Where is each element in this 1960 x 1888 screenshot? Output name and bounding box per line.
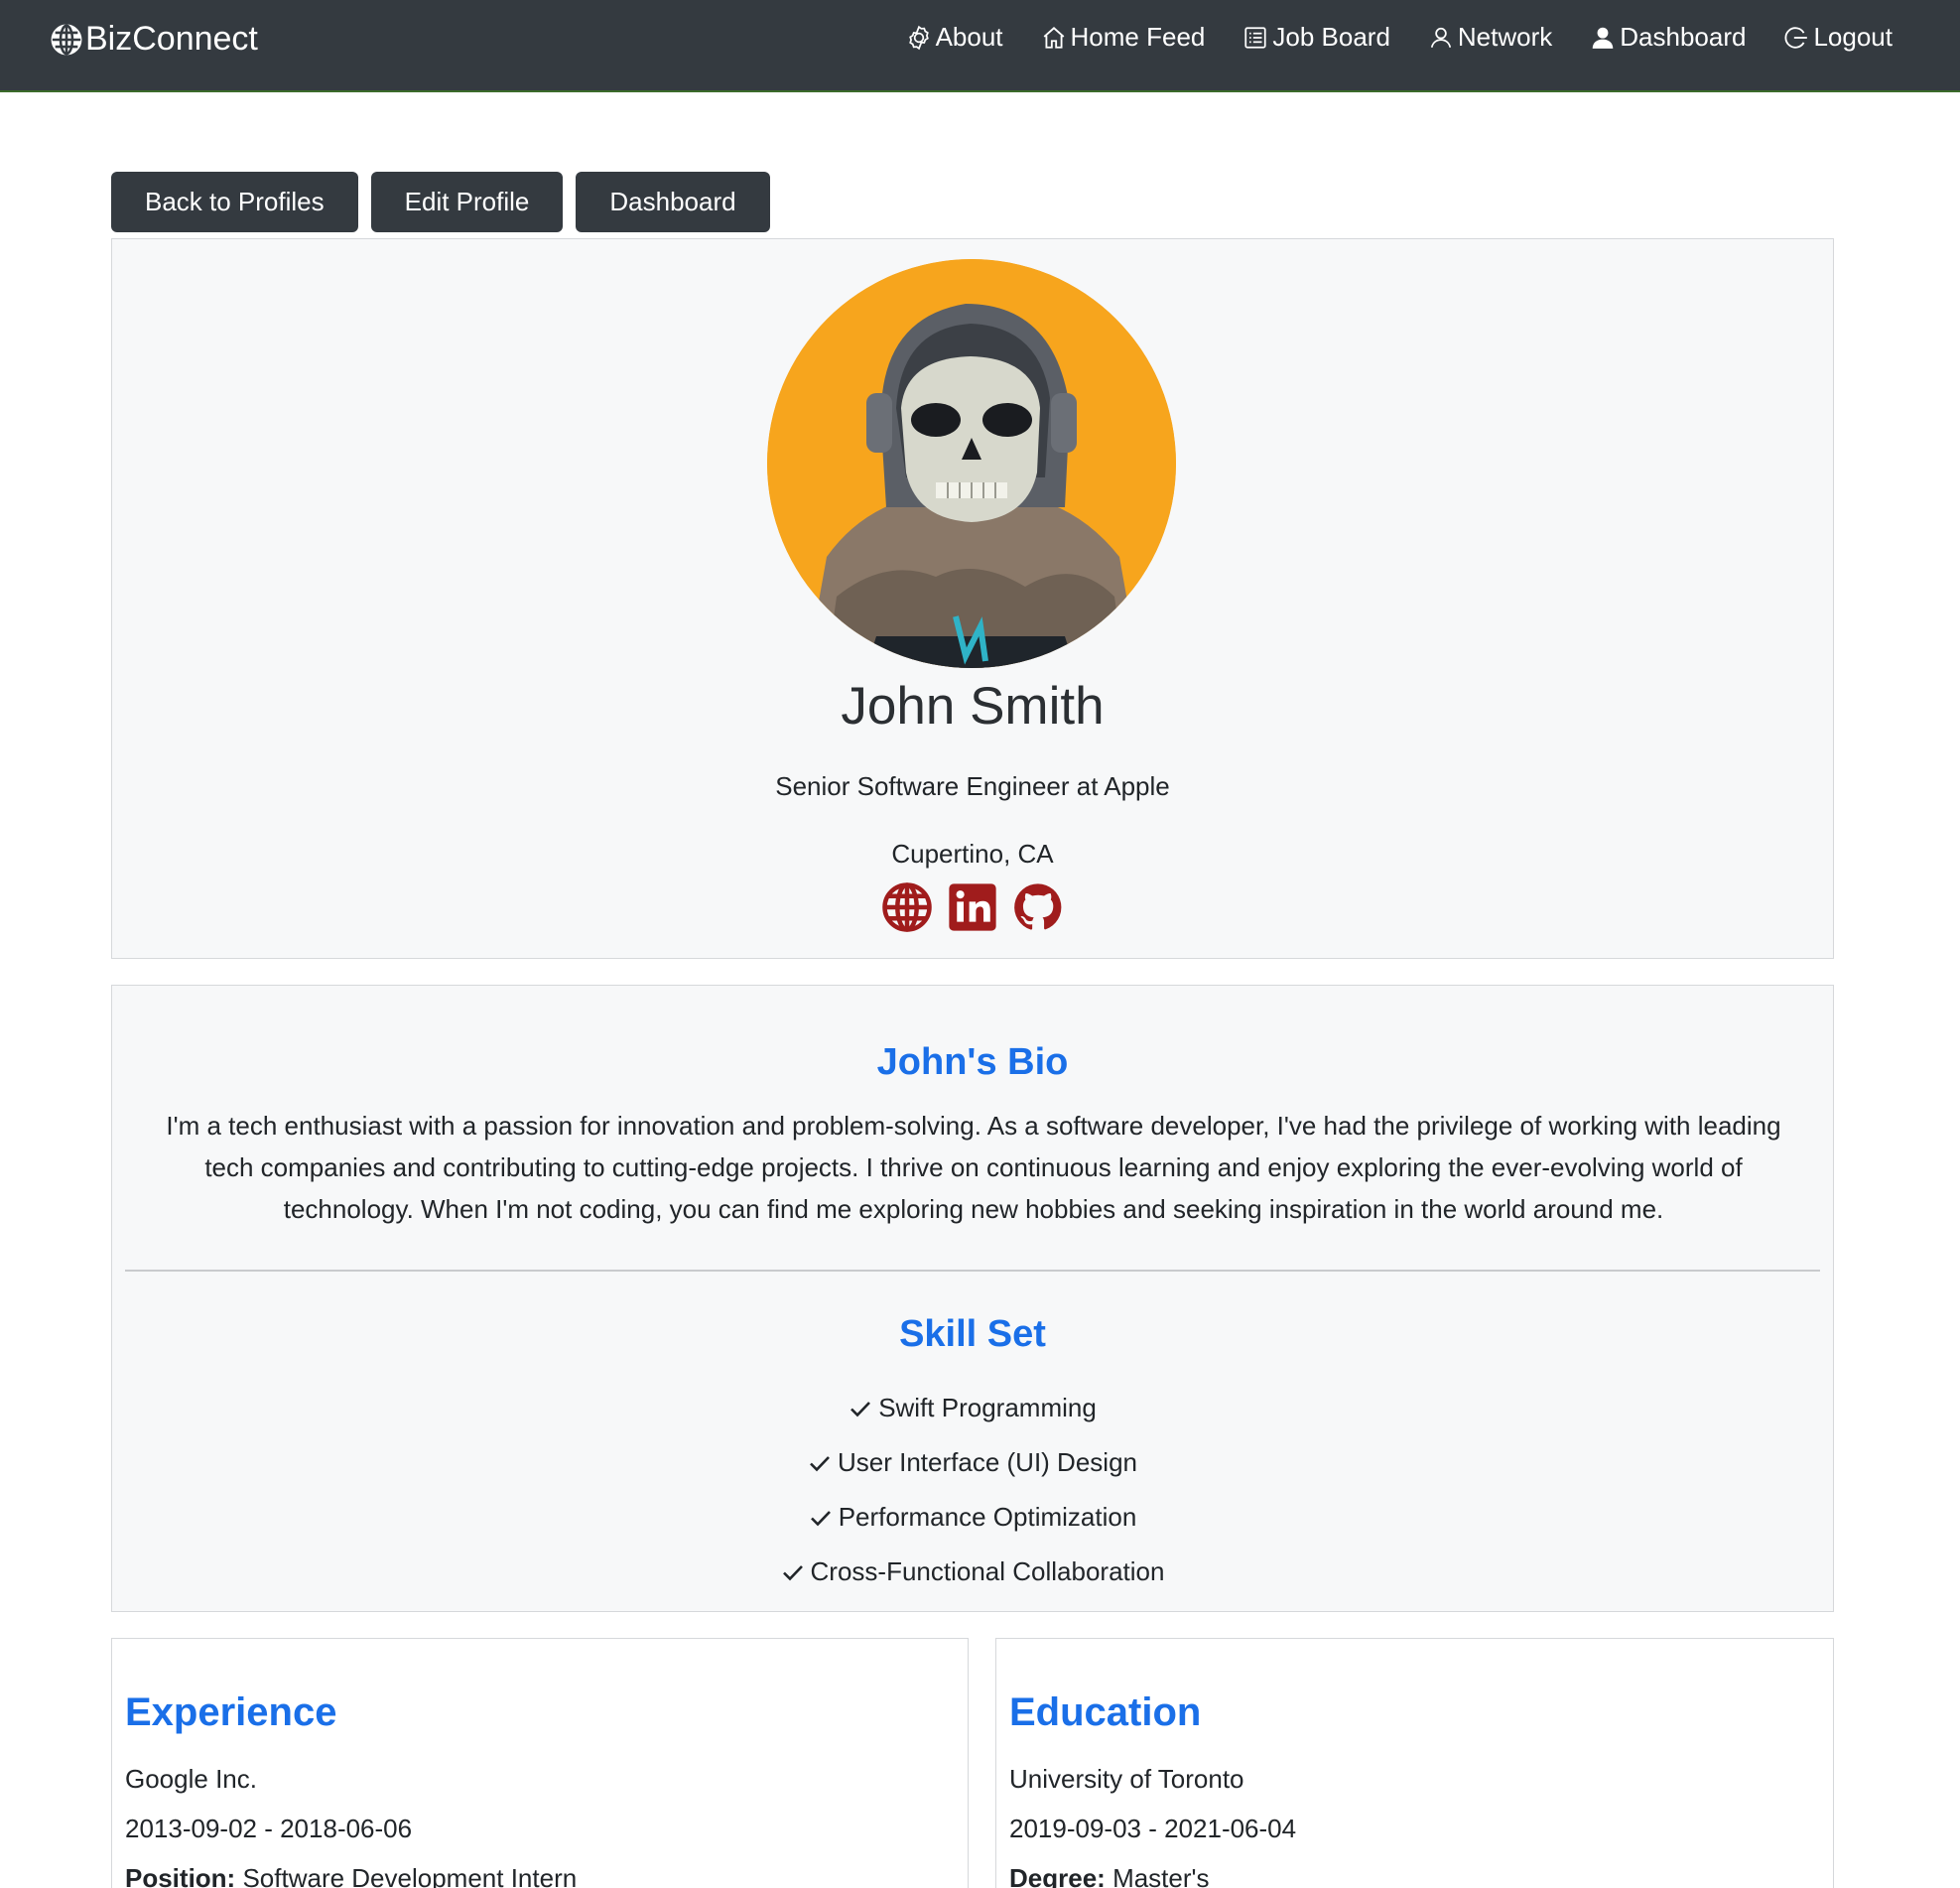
badge-icon	[908, 25, 929, 50]
nav-network-label: Network	[1457, 22, 1553, 52]
education-card: Education University of Toronto 2019-09-…	[995, 1638, 1834, 1888]
check-icon	[782, 1564, 803, 1580]
position-label: Position:	[125, 1863, 236, 1888]
experience-card: Experience Google Inc. 2013-09-02 - 2018…	[111, 1638, 969, 1888]
avatar	[767, 259, 1176, 668]
experience-position: Position: Software Development Intern	[125, 1863, 577, 1888]
profile-card: John Smith Senior Software Engineer at A…	[111, 238, 1834, 959]
check-icon	[810, 1455, 830, 1471]
degree-value: Master's	[1112, 1863, 1210, 1888]
dashboard-button[interactable]: Dashboard	[576, 172, 770, 232]
bio-text: I'm a tech enthusiast with a passion for…	[166, 1111, 1781, 1224]
list-icon	[1244, 26, 1266, 49]
logout-icon	[1784, 26, 1808, 49]
skill-item: Cross-Functional Collaboration	[112, 1545, 1833, 1599]
nav-job-board[interactable]: Job Board	[1242, 22, 1390, 53]
check-icon	[850, 1401, 871, 1416]
skills-title: Skill Set	[899, 1313, 1046, 1355]
education-dates: 2019-09-03 - 2021-06-04	[1009, 1814, 1297, 1843]
nav-logout[interactable]: Logout	[1783, 22, 1893, 53]
person-fill-icon	[1592, 27, 1614, 49]
skill-item: Performance Optimization	[112, 1490, 1833, 1545]
github-icon[interactable]	[1011, 880, 1065, 934]
experience-title: Experience	[125, 1690, 337, 1734]
nav-network[interactable]: Network	[1428, 22, 1552, 53]
skills-list: Swift Programming User Interface (UI) De…	[112, 1381, 1833, 1599]
profile-actions: Back to Profiles Edit Profile Dashboard	[111, 172, 783, 232]
position-value: Software Development Intern	[242, 1863, 578, 1888]
edit-profile-button[interactable]: Edit Profile	[370, 172, 564, 232]
skill-item: Swift Programming	[112, 1381, 1833, 1435]
back-to-profiles-button[interactable]: Back to Profiles	[111, 172, 358, 232]
nav-job-board-label: Job Board	[1272, 22, 1390, 52]
profile-location: Cupertino, CA	[891, 839, 1054, 869]
nav-about-label: About	[935, 22, 1003, 52]
education-title: Education	[1009, 1690, 1202, 1734]
experience-company: Google Inc.	[125, 1764, 257, 1794]
education-degree: Degree: Master's	[1009, 1863, 1210, 1888]
skill-label: Cross-Functional Collaboration	[810, 1556, 1165, 1586]
linkedin-icon[interactable]	[946, 880, 999, 934]
check-icon	[810, 1510, 831, 1526]
navbar: BizConnect About Home Feed Job Board Net…	[0, 0, 1960, 92]
profile-headline: Senior Software Engineer at Apple	[775, 771, 1170, 801]
degree-label: Degree:	[1009, 1863, 1106, 1888]
person-outline-icon	[1430, 27, 1451, 48]
skill-label: User Interface (UI) Design	[838, 1447, 1137, 1477]
nav-home-feed[interactable]: Home Feed	[1041, 22, 1206, 53]
skill-item: User Interface (UI) Design	[112, 1435, 1833, 1490]
bio-title: John's Bio	[876, 1041, 1069, 1083]
brand-name: BizConnect	[85, 20, 258, 58]
social-links	[112, 880, 1833, 934]
globe-icon	[51, 24, 82, 55]
website-icon[interactable]	[880, 880, 934, 934]
main-nav: About Home Feed Job Board Network Dashbo…	[868, 22, 1893, 53]
nav-dashboard-label: Dashboard	[1620, 22, 1747, 52]
nav-about[interactable]: About	[906, 22, 1003, 53]
education-school: University of Toronto	[1009, 1764, 1244, 1794]
experience-dates: 2013-09-02 - 2018-06-06	[125, 1814, 413, 1843]
nav-home-feed-label: Home Feed	[1070, 22, 1206, 52]
skill-label: Swift Programming	[878, 1393, 1097, 1422]
house-icon	[1043, 26, 1064, 49]
nav-dashboard[interactable]: Dashboard	[1590, 22, 1746, 53]
divider	[125, 1270, 1820, 1272]
nav-logout-label: Logout	[1813, 22, 1893, 52]
skill-label: Performance Optimization	[838, 1502, 1137, 1532]
profile-name: John Smith	[841, 677, 1105, 736]
brand-link[interactable]: BizConnect	[50, 20, 258, 59]
bio-card: John's Bio I'm a tech enthusiast with a …	[111, 985, 1834, 1612]
